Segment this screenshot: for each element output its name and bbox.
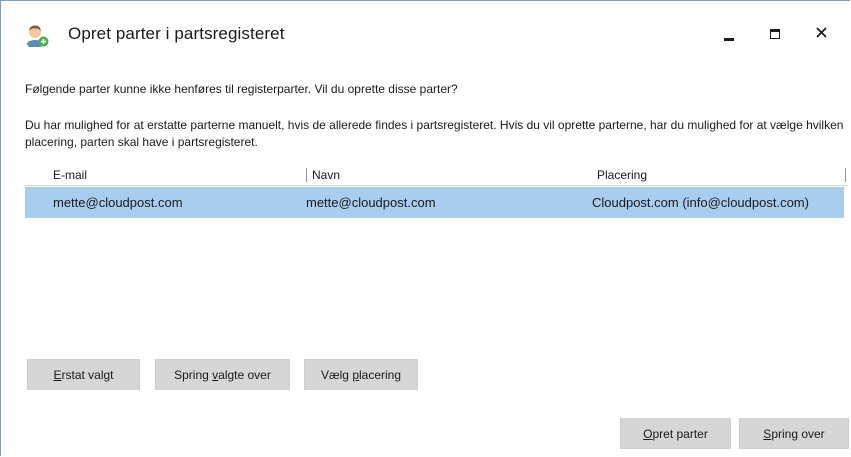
cell-placement: Cloudpost.com (info@cloudpost.com) (592, 195, 809, 210)
button-label: Spring over (763, 426, 825, 441)
button-label: Spring valgte over (174, 367, 271, 382)
column-header-email[interactable]: E-mail (53, 168, 87, 182)
button-label: Vælg placering (320, 367, 402, 382)
info-message: Følgende parter kunne ikke henføres til … (25, 82, 458, 96)
button-label: Erstat valgt (53, 367, 114, 382)
maximize-icon (770, 29, 780, 39)
dialog-window: Opret parter i partsregisteret Følgende … (0, 0, 850, 456)
help-message: Du har mulighed for at erstatte parterne… (25, 118, 844, 149)
cell-name: mette@cloudpost.com (306, 195, 436, 210)
skip-button[interactable]: Spring over (739, 418, 849, 449)
column-separator[interactable] (845, 168, 846, 182)
close-button[interactable] (798, 17, 844, 51)
button-label: Opret parter (643, 426, 708, 441)
parties-grid: E-mail Navn Placering mette@cloudpost.co… (25, 165, 847, 345)
maximize-button[interactable] (752, 17, 798, 51)
close-icon (815, 25, 827, 43)
column-header-name[interactable]: Navn (312, 168, 340, 182)
minimize-icon (724, 37, 734, 41)
table-row[interactable]: mette@cloudpost.com mette@cloudpost.com … (25, 187, 844, 218)
cell-email: mette@cloudpost.com (53, 195, 183, 210)
replace-selected-button[interactable]: Erstat valgt (27, 359, 140, 390)
column-header-placement[interactable]: Placering (597, 168, 647, 182)
title-bar[interactable]: Opret parter i partsregisteret (1, 1, 850, 57)
choose-placement-button[interactable]: Vælg placering (304, 359, 418, 390)
user-add-icon (25, 23, 49, 48)
skip-selected-button[interactable]: Spring valgte over (155, 359, 290, 390)
create-parties-button[interactable]: Opret parter (620, 418, 731, 449)
grid-header: E-mail Navn Placering (25, 165, 847, 186)
minimize-button[interactable] (706, 17, 752, 51)
dialog-title: Opret parter i partsregisteret (68, 24, 285, 43)
column-separator[interactable] (306, 168, 307, 182)
